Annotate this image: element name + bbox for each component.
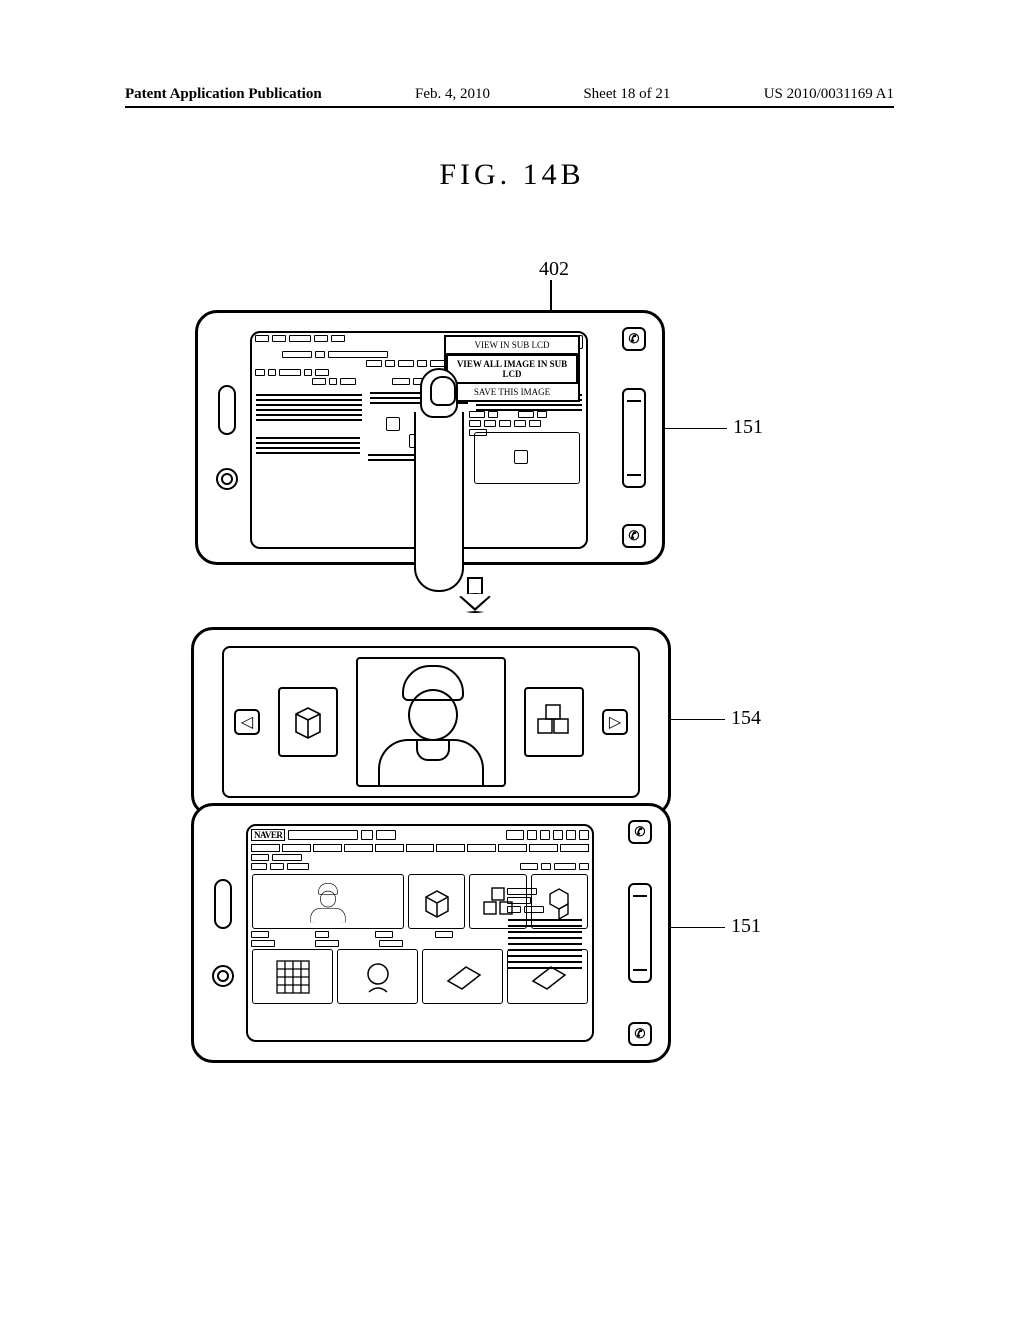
eraser-icon <box>442 963 484 991</box>
next-button[interactable]: ▷ <box>602 709 628 735</box>
device-right-controls: ✆ ✆ <box>616 327 652 548</box>
ref-402: 402 <box>539 258 569 281</box>
device-left-controls <box>210 313 244 562</box>
prev-button[interactable]: ◁ <box>234 709 260 735</box>
thumbnail[interactable] <box>252 949 333 1004</box>
thumbnail[interactable] <box>252 874 404 929</box>
face-icon <box>359 958 397 996</box>
lower-main-device: ✆ ✆ NAVER <box>191 803 671 1063</box>
docnum-label: US 2010/0031169 A1 <box>764 86 894 103</box>
nav-rocker[interactable] <box>622 388 646 488</box>
brand-logo: NAVER <box>251 829 285 841</box>
menu-item-view-sub-lcd[interactable]: VIEW IN SUB LCD <box>446 337 578 354</box>
publication-label: Patent Application Publication <box>125 86 322 103</box>
thumbnail[interactable] <box>408 874 465 929</box>
sub-lcd-device: ◁ ▷ <box>191 627 671 817</box>
leader-line-154 <box>671 719 725 720</box>
nav-rocker[interactable] <box>628 883 652 983</box>
end-call-button[interactable]: ✆ <box>622 327 646 351</box>
figure-title: FIG. 14B <box>0 158 1024 192</box>
thumbnail[interactable] <box>524 687 584 757</box>
image-icon <box>514 450 528 464</box>
cube-icon <box>288 700 328 744</box>
thumbnail-large[interactable] <box>356 657 506 787</box>
side-button[interactable] <box>218 385 236 435</box>
grid-icon <box>273 957 313 997</box>
image-icon <box>409 434 423 448</box>
sidebar-list <box>504 886 586 973</box>
call-button[interactable]: ✆ <box>628 1022 652 1046</box>
camera-button[interactable] <box>212 965 234 987</box>
upper-main-screen[interactable]: VIEW IN SUB LCD VIEW ALL IMAGE IN SUB LC… <box>250 331 588 549</box>
upper-device: ✆ ✆ <box>195 310 665 565</box>
ref-151-lower: 151 <box>731 915 761 938</box>
sheet-label: Sheet 18 of 21 <box>583 86 670 103</box>
ref-154: 154 <box>731 707 761 730</box>
device-left-controls <box>206 806 240 1060</box>
transition-arrow-icon <box>453 577 497 615</box>
lower-main-screen[interactable]: NAVER <box>246 824 594 1042</box>
leader-line-151b <box>671 927 725 928</box>
context-menu: VIEW IN SUB LCD VIEW ALL IMAGE IN SUB LC… <box>444 335 580 402</box>
device-right-controls: ✆ ✆ <box>622 820 658 1046</box>
ref-151-upper: 151 <box>733 416 763 439</box>
side-button[interactable] <box>214 879 232 929</box>
camera-button[interactable] <box>216 468 238 490</box>
end-call-button[interactable]: ✆ <box>628 820 652 844</box>
lower-device-assembly: ◁ ▷ 154 <box>191 627 671 1063</box>
sub-lcd-screen[interactable]: ◁ ▷ <box>222 646 640 798</box>
person-illustration <box>358 659 504 785</box>
date-label: Feb. 4, 2010 <box>415 86 490 103</box>
leader-line-151a <box>665 428 727 429</box>
cube-icon <box>420 885 454 919</box>
call-button[interactable]: ✆ <box>622 524 646 548</box>
cubes-icon <box>532 699 576 745</box>
menu-item-view-all-sub-lcd[interactable]: VIEW ALL IMAGE IN SUB LCD <box>446 354 578 384</box>
thumbnail[interactable] <box>422 949 503 1004</box>
menu-item-save-image[interactable]: SAVE THIS IMAGE <box>446 384 578 400</box>
figure-canvas: 402 ✆ ✆ <box>195 310 755 1063</box>
thumbnail[interactable] <box>337 949 418 1004</box>
page-header: Patent Application Publication Feb. 4, 2… <box>125 86 894 108</box>
image-icon <box>386 417 400 431</box>
thumbnail[interactable] <box>278 687 338 757</box>
